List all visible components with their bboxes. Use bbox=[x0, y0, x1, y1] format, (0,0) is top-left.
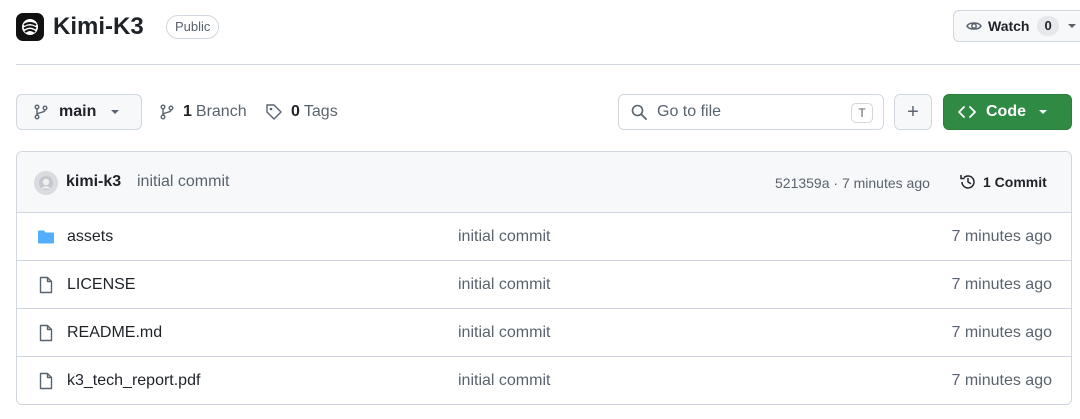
branch-label: Branch bbox=[195, 103, 247, 120]
search-input[interactable] bbox=[657, 103, 837, 121]
branch-count: 1 bbox=[183, 103, 192, 120]
file-time: 7 minutes ago bbox=[951, 324, 1052, 341]
github-avatar-icon bbox=[39, 176, 53, 190]
file-table: kimi-k3 initial commit 521359a · 7 minut… bbox=[16, 151, 1072, 405]
file-time: 7 minutes ago bbox=[951, 276, 1052, 293]
git-branch-icon bbox=[160, 104, 174, 120]
file-icon bbox=[39, 324, 53, 342]
file-row[interactable]: k3_tech_report.pdf initial commit 7 minu… bbox=[17, 357, 1071, 404]
header-divider bbox=[16, 64, 1080, 65]
eye-icon bbox=[966, 22, 982, 30]
file-row[interactable]: README.md initial commit 7 minutes ago bbox=[17, 309, 1071, 357]
repo-name[interactable]: Kimi-K3 bbox=[53, 12, 144, 42]
file-commit-message[interactable]: initial commit bbox=[458, 228, 550, 246]
branch-name: main bbox=[59, 103, 97, 120]
file-commit-message[interactable]: initial commit bbox=[458, 276, 550, 294]
git-branch-icon bbox=[34, 104, 48, 120]
code-label: Code bbox=[986, 103, 1026, 120]
commit-message[interactable]: initial commit bbox=[137, 173, 229, 191]
chevron-down-icon bbox=[1067, 24, 1076, 28]
tags-link[interactable]: 0 Tags bbox=[265, 94, 338, 130]
repo-header: Kimi-K3 Public Watch 0 bbox=[16, 0, 1080, 56]
file-icon bbox=[39, 276, 53, 294]
code-icon bbox=[958, 106, 976, 118]
file-commit-message[interactable]: initial commit bbox=[458, 324, 550, 342]
folder-icon bbox=[38, 230, 54, 244]
watch-label: Watch bbox=[988, 18, 1030, 34]
file-name[interactable]: assets bbox=[67, 228, 113, 246]
file-commit-message[interactable]: initial commit bbox=[458, 372, 550, 390]
avatar[interactable] bbox=[34, 171, 58, 195]
file-row[interactable]: assets initial commit 7 minutes ago bbox=[17, 213, 1071, 261]
file-row[interactable]: LICENSE initial commit 7 minutes ago bbox=[17, 261, 1071, 309]
watch-button[interactable]: Watch 0 bbox=[953, 10, 1080, 42]
branch-selector-button[interactable]: main bbox=[16, 94, 142, 130]
chevron-down-icon bbox=[1039, 110, 1047, 114]
commit-hash-time[interactable]: 521359a · 7 minutes ago bbox=[775, 175, 930, 191]
file-time: 7 minutes ago bbox=[951, 228, 1052, 245]
file-name[interactable]: README.md bbox=[67, 324, 162, 342]
code-button[interactable]: Code bbox=[943, 94, 1072, 130]
commit-count: 1 Commit bbox=[983, 174, 1047, 190]
tag-icon bbox=[266, 104, 282, 120]
keyboard-shortcut-hint: T bbox=[851, 103, 873, 123]
file-name[interactable]: k3_tech_report.pdf bbox=[67, 372, 200, 390]
commit-history-link[interactable]: 1 Commit bbox=[959, 173, 1047, 191]
file-time: 7 minutes ago bbox=[951, 372, 1052, 389]
tag-count: 0 bbox=[291, 103, 300, 120]
history-icon bbox=[960, 175, 975, 189]
add-file-button[interactable]: + bbox=[894, 94, 932, 130]
commit-author[interactable]: kimi-k3 bbox=[66, 173, 121, 191]
search-icon bbox=[631, 104, 647, 120]
go-to-file-search[interactable]: T bbox=[618, 94, 884, 130]
branches-link[interactable]: 1 Branch bbox=[159, 94, 247, 130]
file-icon bbox=[39, 372, 53, 390]
tag-label: Tags bbox=[303, 103, 338, 120]
latest-commit-bar: kimi-k3 initial commit 521359a · 7 minut… bbox=[17, 152, 1071, 213]
watch-count: 0 bbox=[1037, 16, 1059, 36]
kimi-logo-icon[interactable] bbox=[16, 13, 44, 41]
file-name[interactable]: LICENSE bbox=[67, 276, 135, 294]
chevron-down-icon bbox=[111, 110, 120, 114]
visibility-badge: Public bbox=[166, 15, 220, 39]
plus-icon: + bbox=[907, 100, 919, 123]
